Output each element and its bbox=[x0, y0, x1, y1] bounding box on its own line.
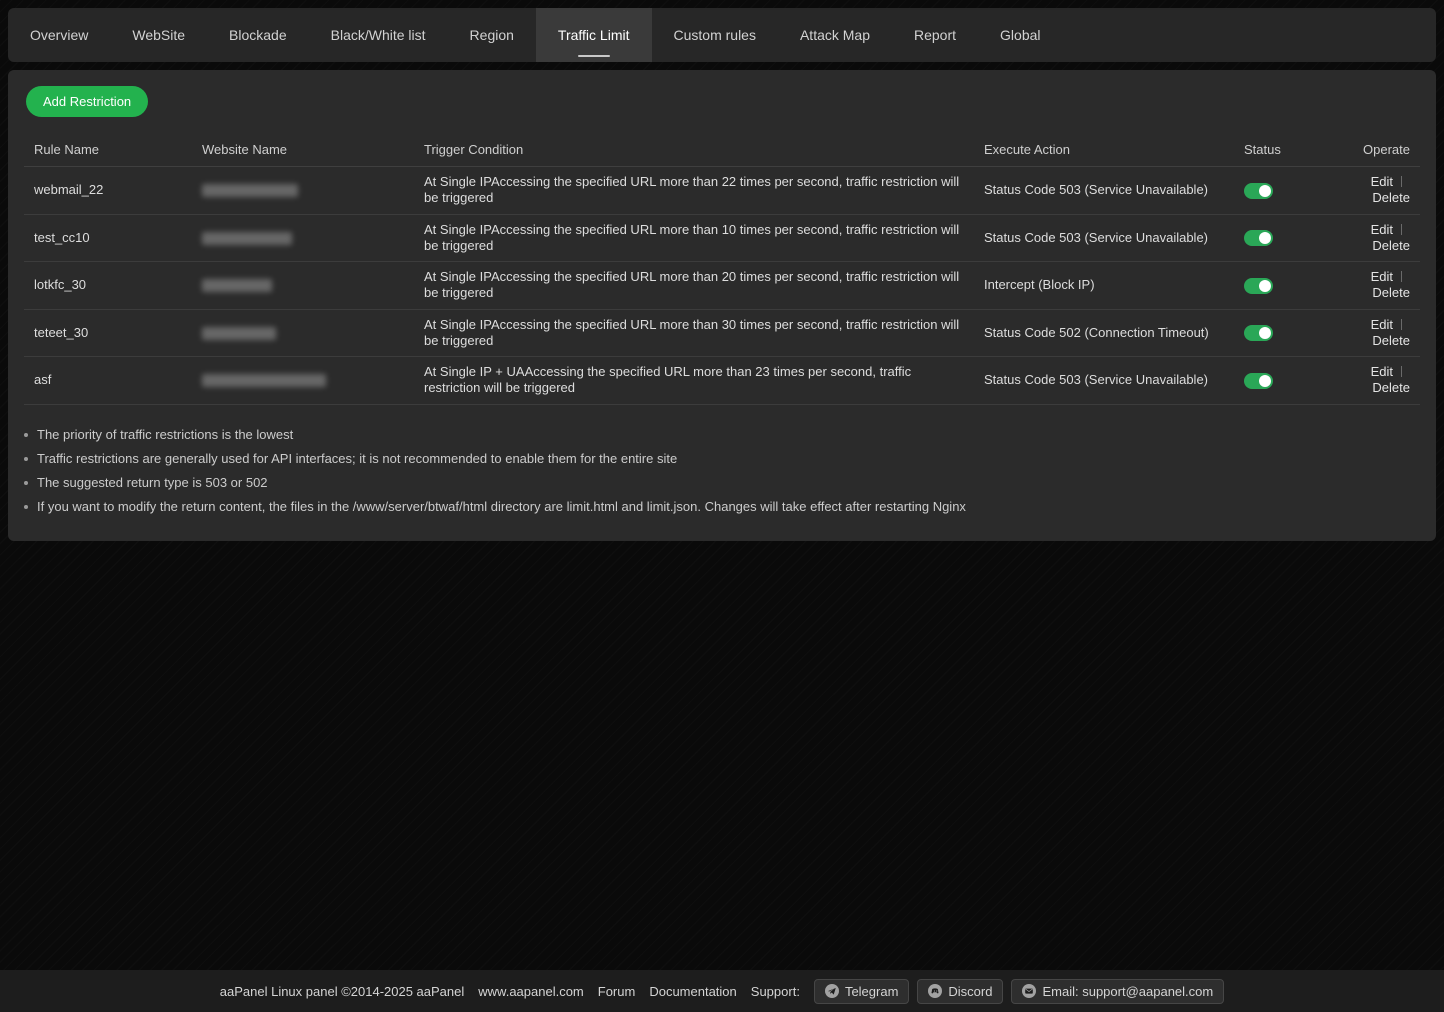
delete-button[interactable]: Delete bbox=[1372, 285, 1410, 300]
execute-action: Status Code 503 (Service Unavailable) bbox=[974, 214, 1234, 262]
telegram-button[interactable]: Telegram bbox=[814, 979, 909, 1004]
delete-button[interactable]: Delete bbox=[1372, 380, 1410, 395]
tab-overview[interactable]: Overview bbox=[8, 8, 110, 62]
edit-button[interactable]: Edit bbox=[1371, 222, 1393, 237]
edit-button[interactable]: Edit bbox=[1371, 269, 1393, 284]
tab-global[interactable]: Global bbox=[978, 8, 1062, 62]
status-toggle[interactable] bbox=[1244, 373, 1273, 389]
operate-divider bbox=[1401, 176, 1402, 187]
tab-website[interactable]: WebSite bbox=[110, 8, 207, 62]
tab-bar: Overview WebSite Blockade Black/White li… bbox=[8, 8, 1436, 62]
trigger-condition: At Single IP + UAAccessing the specified… bbox=[414, 357, 974, 405]
execute-action: Intercept (Block IP) bbox=[974, 262, 1234, 310]
col-header-status: Status bbox=[1234, 133, 1334, 167]
rule-name: asf bbox=[24, 357, 192, 405]
operate-divider bbox=[1401, 271, 1402, 282]
support-buttons: Telegram Discord bbox=[814, 979, 1224, 1004]
table-row: lotkfc_30 At Single IPAccessing the spec… bbox=[24, 262, 1420, 310]
notes-list: The priority of traffic restrictions is … bbox=[24, 423, 1420, 519]
col-header-operate: Operate bbox=[1334, 133, 1420, 167]
website-name-redacted bbox=[202, 279, 272, 292]
page: Overview WebSite Blockade Black/White li… bbox=[0, 8, 1444, 1012]
delete-button[interactable]: Delete bbox=[1372, 238, 1410, 253]
status-toggle[interactable] bbox=[1244, 183, 1273, 199]
traffic-limit-panel: Add Restriction Rule Name Website Name T… bbox=[8, 70, 1436, 541]
tab-traffic-limit[interactable]: Traffic Limit bbox=[536, 8, 652, 62]
note-item: The priority of traffic restrictions is … bbox=[24, 423, 1420, 447]
edit-button[interactable]: Edit bbox=[1371, 317, 1393, 332]
documentation-link[interactable]: Documentation bbox=[649, 984, 736, 999]
execute-action: Status Code 502 (Connection Timeout) bbox=[974, 309, 1234, 357]
col-header-rule-name: Rule Name bbox=[24, 133, 192, 167]
tab-black-white-list[interactable]: Black/White list bbox=[309, 8, 448, 62]
table-row: asf At Single IP + UAAccessing the speci… bbox=[24, 357, 1420, 405]
website-name-redacted bbox=[202, 232, 292, 245]
status-toggle[interactable] bbox=[1244, 230, 1273, 246]
operate-divider bbox=[1401, 224, 1402, 235]
email-label: Email: support@aapanel.com bbox=[1042, 984, 1213, 999]
col-header-website-name: Website Name bbox=[192, 133, 414, 167]
trigger-condition: At Single IPAccessing the specified URL … bbox=[414, 309, 974, 357]
execute-action: Status Code 503 (Service Unavailable) bbox=[974, 357, 1234, 405]
note-item: The suggested return type is 503 or 502 bbox=[24, 471, 1420, 495]
tab-blockade[interactable]: Blockade bbox=[207, 8, 309, 62]
aapanel-site-link[interactable]: www.aapanel.com bbox=[478, 984, 584, 999]
add-restriction-button[interactable]: Add Restriction bbox=[26, 86, 148, 117]
trigger-condition: At Single IPAccessing the specified URL … bbox=[414, 214, 974, 262]
operate-divider bbox=[1401, 366, 1402, 377]
forum-link[interactable]: Forum bbox=[598, 984, 636, 999]
edit-button[interactable]: Edit bbox=[1371, 174, 1393, 189]
rules-table: Rule Name Website Name Trigger Condition… bbox=[24, 133, 1420, 405]
tab-attack-map[interactable]: Attack Map bbox=[778, 8, 892, 62]
delete-button[interactable]: Delete bbox=[1372, 333, 1410, 348]
telegram-label: Telegram bbox=[845, 984, 898, 999]
tab-region[interactable]: Region bbox=[448, 8, 536, 62]
rule-name: teteet_30 bbox=[24, 309, 192, 357]
rule-name: test_cc10 bbox=[24, 214, 192, 262]
status-toggle[interactable] bbox=[1244, 278, 1273, 294]
col-header-execute-action: Execute Action bbox=[974, 133, 1234, 167]
col-header-trigger-condition: Trigger Condition bbox=[414, 133, 974, 167]
discord-label: Discord bbox=[948, 984, 992, 999]
note-item: Traffic restrictions are generally used … bbox=[24, 447, 1420, 471]
rule-name: webmail_22 bbox=[24, 167, 192, 215]
tab-custom-rules[interactable]: Custom rules bbox=[652, 8, 778, 62]
status-toggle[interactable] bbox=[1244, 325, 1273, 341]
table-row: test_cc10 At Single IPAccessing the spec… bbox=[24, 214, 1420, 262]
execute-action: Status Code 503 (Service Unavailable) bbox=[974, 167, 1234, 215]
website-name-redacted bbox=[202, 374, 326, 387]
email-icon bbox=[1022, 984, 1036, 998]
delete-button[interactable]: Delete bbox=[1372, 190, 1410, 205]
table-header-row: Rule Name Website Name Trigger Condition… bbox=[24, 133, 1420, 167]
email-button[interactable]: Email: support@aapanel.com bbox=[1011, 979, 1224, 1004]
discord-button[interactable]: Discord bbox=[917, 979, 1003, 1004]
edit-button[interactable]: Edit bbox=[1371, 364, 1393, 379]
telegram-icon bbox=[825, 984, 839, 998]
discord-icon bbox=[928, 984, 942, 998]
footer: aaPanel Linux panel ©2014-2025 aaPanel w… bbox=[0, 970, 1444, 1012]
website-name-redacted bbox=[202, 327, 276, 340]
note-item: If you want to modify the return content… bbox=[24, 495, 1420, 519]
trigger-condition: At Single IPAccessing the specified URL … bbox=[414, 167, 974, 215]
trigger-condition: At Single IPAccessing the specified URL … bbox=[414, 262, 974, 310]
tab-report[interactable]: Report bbox=[892, 8, 978, 62]
support-label: Support: bbox=[751, 984, 800, 999]
operate-divider bbox=[1401, 319, 1402, 330]
table-row: teteet_30 At Single IPAccessing the spec… bbox=[24, 309, 1420, 357]
table-row: webmail_22 At Single IPAccessing the spe… bbox=[24, 167, 1420, 215]
copyright-text: aaPanel Linux panel ©2014-2025 aaPanel bbox=[220, 984, 465, 999]
website-name-redacted bbox=[202, 184, 298, 197]
rule-name: lotkfc_30 bbox=[24, 262, 192, 310]
